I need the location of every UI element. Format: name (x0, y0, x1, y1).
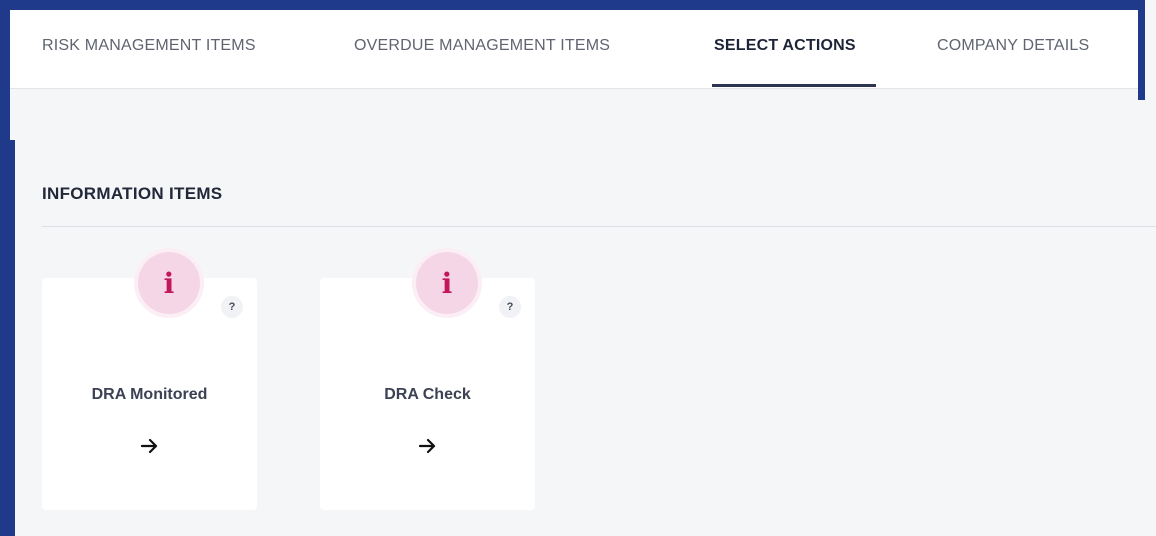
info-icon-glyph: i (163, 266, 175, 300)
section-divider (42, 226, 1156, 227)
info-icon: i (138, 252, 200, 314)
tab-overdue-management-items[interactable]: OVERDUE MANAGEMENT ITEMS (354, 37, 610, 55)
frame-top (0, 0, 1145, 10)
info-icon-glyph: i (441, 266, 453, 300)
help-button[interactable]: ? (499, 296, 521, 318)
active-tab-underline (712, 84, 876, 87)
card-label: DRA Check (384, 386, 471, 403)
tab-company-details[interactable]: COMPANY DETAILS (937, 37, 1089, 55)
info-icon: i (416, 252, 478, 314)
tab-bar: RISK MANAGEMENT ITEMS OVERDUE MANAGEMENT… (10, 10, 1138, 89)
frame-left-bottom (0, 140, 15, 536)
tab-risk-management-items[interactable]: RISK MANAGEMENT ITEMS (42, 37, 256, 55)
arrow-right-icon[interactable] (418, 438, 437, 454)
card-arrow-container (320, 438, 535, 454)
card-arrow-container (42, 438, 257, 454)
arrow-right-icon[interactable] (140, 438, 159, 454)
tab-select-actions[interactable]: SELECT ACTIONS (714, 37, 856, 55)
help-button[interactable]: ? (221, 296, 243, 318)
card-dra-monitored[interactable]: i ? DRA Monitored (42, 252, 257, 510)
card-dra-check[interactable]: i ? DRA Check (320, 252, 535, 510)
card-label: DRA Monitored (91, 386, 208, 403)
frame-right (1138, 0, 1145, 100)
section-title: INFORMATION ITEMS (42, 184, 223, 203)
